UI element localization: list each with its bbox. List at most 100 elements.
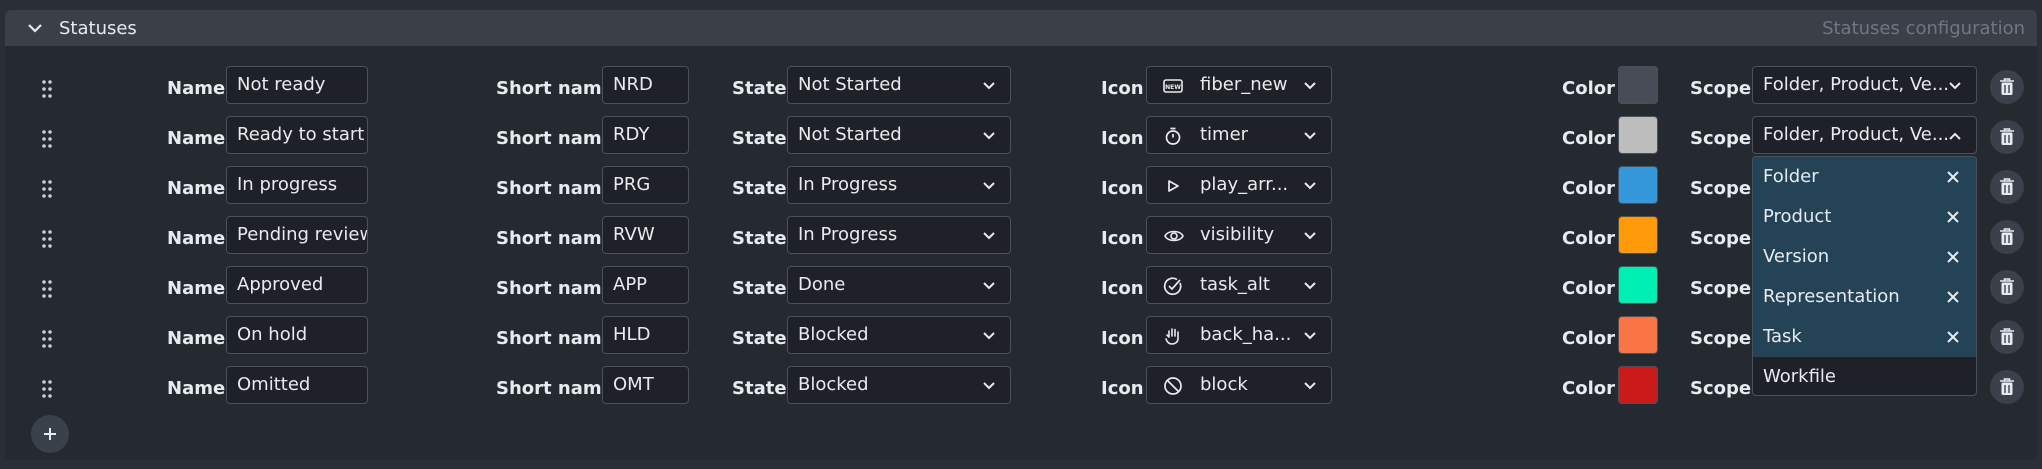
trash-icon <box>2000 328 2014 345</box>
scope-select[interactable]: Folder, Product, Ve... <box>1752 66 1977 104</box>
icon-select[interactable]: play_arr... <box>1146 166 1332 204</box>
short-name-input[interactable]: NRD <box>602 66 689 104</box>
close-icon[interactable] <box>1946 330 1960 344</box>
icon-select[interactable]: task_alt <box>1146 266 1332 304</box>
scope-option[interactable]: Folder <box>1753 157 1976 197</box>
section-header[interactable]: Statuses Statuses configuration <box>5 10 2037 46</box>
state-select[interactable]: Blocked <box>787 366 1011 404</box>
drag-handle-icon[interactable] <box>40 129 54 149</box>
chevron-down-icon <box>1304 332 1316 340</box>
color-label: Color <box>1562 228 1615 249</box>
delete-button[interactable] <box>1990 270 2024 304</box>
chevron-down-icon <box>983 82 995 90</box>
icon-select[interactable]: block <box>1146 366 1332 404</box>
scope-value: Folder, Product, Ve... <box>1763 124 1950 145</box>
close-icon[interactable] <box>1946 250 1960 264</box>
icon-select[interactable]: NEW fiber_new <box>1146 66 1332 104</box>
delete-button[interactable] <box>1990 170 2024 204</box>
state-value: Blocked <box>798 374 869 395</box>
status-row: Name Pending review Short name RVW State… <box>0 214 2042 264</box>
scope-option[interactable]: Version <box>1753 237 1976 277</box>
name-input[interactable]: Omitted <box>226 366 368 404</box>
state-select[interactable]: Done <box>787 266 1011 304</box>
status-row: Name Omitted Short name OMT State Blocke… <box>0 364 2042 414</box>
drag-handle-icon[interactable] <box>40 329 54 349</box>
drag-handle-icon[interactable] <box>40 229 54 249</box>
state-select[interactable]: Blocked <box>787 316 1011 354</box>
short-name-label: Short name <box>496 228 614 249</box>
delete-button[interactable] <box>1990 220 2024 254</box>
scope-label: Scope <box>1690 78 1752 99</box>
color-swatch[interactable] <box>1618 316 1658 354</box>
state-select[interactable]: Not Started <box>787 116 1011 154</box>
name-label: Name <box>167 128 226 149</box>
timer-icon <box>1163 126 1183 146</box>
color-swatch[interactable] <box>1618 216 1658 254</box>
status-row: Name In progress Short name PRG State In… <box>0 164 2042 214</box>
short-name-input[interactable]: OMT <box>602 366 689 404</box>
scope-label: Scope <box>1690 178 1752 199</box>
delete-button[interactable] <box>1990 320 2024 354</box>
scope-option[interactable]: Representation <box>1753 277 1976 317</box>
short-name-label: Short name <box>496 378 614 399</box>
name-input[interactable]: Approved <box>226 266 368 304</box>
state-label: State <box>732 128 787 149</box>
scope-dropdown-menu[interactable]: Folder Product Version Representation Task Wo… <box>1752 156 1977 396</box>
state-select[interactable]: In Progress <box>787 216 1011 254</box>
icon-select[interactable]: timer <box>1146 116 1332 154</box>
scope-option[interactable]: Product <box>1753 197 1976 237</box>
color-swatch[interactable] <box>1618 66 1658 104</box>
scope-select[interactable]: Folder, Product, Ve... <box>1752 116 1977 154</box>
plus-icon <box>44 428 56 440</box>
short-name-input[interactable]: PRG <box>602 166 689 204</box>
status-row: Name Not ready Short name NRD State Not … <box>0 64 2042 114</box>
short-name-input[interactable]: RDY <box>602 116 689 154</box>
icon-label: Icon <box>1101 78 1144 99</box>
name-input[interactable]: Ready to start <box>226 116 368 154</box>
color-label: Color <box>1562 128 1615 149</box>
name-input[interactable]: In progress <box>226 166 368 204</box>
icon-value: play_arr... <box>1200 174 1289 195</box>
add-status-button[interactable] <box>31 415 69 453</box>
scope-option-label: Workfile <box>1763 366 1836 387</box>
icon-select[interactable]: visibility <box>1146 216 1332 254</box>
name-input[interactable]: Pending review <box>226 216 368 254</box>
short-name-label: Short name <box>496 178 614 199</box>
scope-option[interactable]: Workfile <box>1753 357 1976 395</box>
delete-button[interactable] <box>1990 370 2024 404</box>
name-input[interactable]: On hold <box>226 316 368 354</box>
drag-handle-icon[interactable] <box>40 179 54 199</box>
close-icon[interactable] <box>1946 210 1960 224</box>
svg-text:NEW: NEW <box>1165 84 1181 91</box>
short-name-input[interactable]: APP <box>602 266 689 304</box>
visibility-icon <box>1163 226 1184 246</box>
color-swatch[interactable] <box>1618 366 1658 404</box>
drag-handle-icon[interactable] <box>40 379 54 399</box>
color-swatch[interactable] <box>1618 166 1658 204</box>
close-icon[interactable] <box>1946 290 1960 304</box>
color-swatch[interactable] <box>1618 116 1658 154</box>
scope-label: Scope <box>1690 378 1752 399</box>
short-name-input[interactable]: RVW <box>602 216 689 254</box>
drag-handle-icon[interactable] <box>40 279 54 299</box>
delete-button[interactable] <box>1990 120 2024 154</box>
color-swatch[interactable] <box>1618 266 1658 304</box>
scope-option-label: Folder <box>1763 166 1819 187</box>
scope-option[interactable]: Task <box>1753 317 1976 357</box>
short-name-input[interactable]: HLD <box>602 316 689 354</box>
scope-label: Scope <box>1690 328 1752 349</box>
name-label: Name <box>167 178 226 199</box>
delete-button[interactable] <box>1990 70 2024 104</box>
chevron-down-icon <box>983 332 995 340</box>
state-select[interactable]: In Progress <box>787 166 1011 204</box>
drag-handle-icon[interactable] <box>40 79 54 99</box>
state-value: Blocked <box>798 324 869 345</box>
state-select[interactable]: Not Started <box>787 66 1011 104</box>
chevron-down-icon[interactable] <box>25 18 45 38</box>
name-input[interactable]: Not ready <box>226 66 368 104</box>
chevron-up-icon <box>1949 132 1961 140</box>
icon-select[interactable]: back_ha... <box>1146 316 1332 354</box>
close-icon[interactable] <box>1946 170 1960 184</box>
color-label: Color <box>1562 78 1615 99</box>
chevron-down-icon <box>983 132 995 140</box>
